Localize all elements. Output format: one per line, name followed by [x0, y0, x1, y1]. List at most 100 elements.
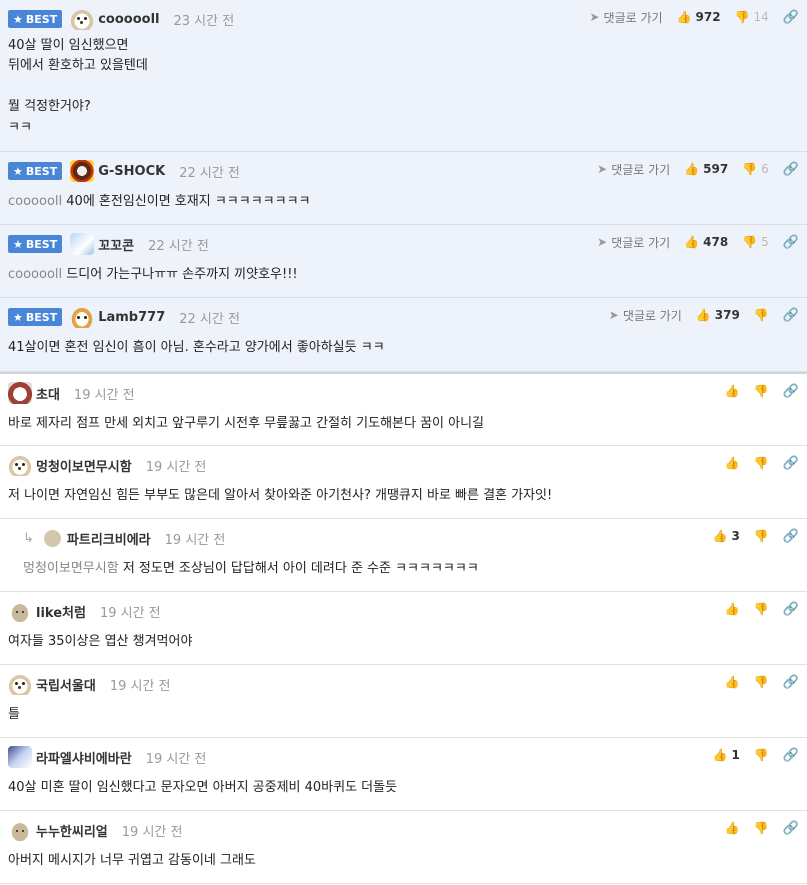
comment-tools: 👍 👎 🔗: [725, 382, 799, 400]
go-to-reply-button[interactable]: ➤ 댓글로 가기: [597, 234, 670, 251]
comment-header: like처럼 19 시간 전: [8, 600, 161, 622]
nickname[interactable]: 꼬꼬콘: [98, 235, 134, 254]
timestamp: 19 시간 전: [164, 532, 226, 548]
best-badge: ★ BEST: [8, 235, 63, 253]
nickname[interactable]: 국립서울대: [36, 675, 96, 694]
nickname[interactable]: like처럼: [36, 602, 86, 621]
like-button[interactable]: 👍 478: [684, 235, 728, 249]
link-button[interactable]: 🔗: [783, 529, 799, 544]
like-button[interactable]: 👍: [725, 384, 740, 398]
avatar[interactable]: [70, 233, 95, 255]
avatar[interactable]: [8, 673, 32, 695]
comment-header: 멍청이보면무시함 19 시간 전: [8, 454, 206, 476]
comment-tools: 👍 3 👎 🔗: [713, 527, 799, 545]
dislike-button[interactable]: 👎 14: [735, 10, 769, 24]
link-button[interactable]: 🔗: [783, 675, 799, 690]
dislike-button[interactable]: 👎: [754, 308, 769, 322]
link-button[interactable]: 🔗: [783, 308, 799, 323]
link-icon: 🔗: [782, 383, 799, 399]
like-count: 597: [703, 162, 729, 176]
go-to-reply-button[interactable]: ➤ 댓글로 가기: [597, 161, 670, 178]
avatar[interactable]: [8, 819, 32, 841]
nickname[interactable]: 누누한씨리얼: [36, 821, 108, 840]
mention[interactable]: 멍청이보면무시함: [23, 561, 119, 576]
mention[interactable]: coooooll: [8, 194, 62, 209]
comment-tools: 👍 👎 🔗: [725, 454, 799, 472]
dislike-button[interactable]: 👎: [754, 675, 769, 689]
link-button[interactable]: 🔗: [783, 748, 799, 763]
like-button[interactable]: 👍: [725, 821, 740, 835]
nickname[interactable]: 멍청이보면무시함: [36, 456, 132, 475]
like-button[interactable]: 👍: [725, 456, 740, 470]
link-button[interactable]: 🔗: [783, 602, 799, 617]
comment-text: 40살 미혼 딸이 임신했다고 문자오면 아버지 공중제비 40바퀴도 더돌듯: [8, 780, 398, 795]
avatar[interactable]: [70, 160, 95, 182]
link-button[interactable]: 🔗: [783, 235, 799, 250]
nickname[interactable]: coooooll: [98, 12, 159, 27]
dislike-button[interactable]: 👎: [754, 821, 769, 835]
comment-text: 여자들 35이상은 엽산 챙겨먹어야: [8, 634, 193, 649]
avatar[interactable]: [8, 382, 32, 404]
link-icon: 🔗: [782, 307, 799, 323]
comment-text: 41살이면 혼전 임신이 흠이 아님. 혼수라고 양가에서 좋아하실듯 ㅋㅋ: [8, 340, 385, 355]
link-button[interactable]: 🔗: [783, 162, 799, 177]
link-icon: 🔗: [782, 674, 799, 690]
dislike-button[interactable]: 👎 6: [742, 162, 769, 176]
avatar[interactable]: [70, 306, 95, 328]
thumbs-down-icon: 👎: [742, 235, 758, 249]
go-to-reply-button[interactable]: ➤ 댓글로 가기: [589, 9, 662, 26]
dislike-count: 5: [761, 235, 769, 249]
comment-tools: ➤ 댓글로 가기 👍 478 👎 5 🔗: [597, 233, 799, 251]
like-button[interactable]: 👍: [725, 675, 740, 689]
nickname[interactable]: G-SHOCK: [98, 164, 165, 179]
comment-tools: 👍 1 👎 🔗: [713, 746, 799, 764]
comment-tools: ➤ 댓글로 가기 👍 972 👎 14 🔗: [589, 8, 799, 26]
dislike-button[interactable]: 👎: [754, 529, 769, 543]
reply-arrow-icon: ↳: [23, 530, 34, 546]
avatar[interactable]: [8, 454, 32, 476]
mention[interactable]: coooooll: [8, 267, 62, 282]
dislike-button[interactable]: 👎: [754, 384, 769, 398]
go-to-reply-button[interactable]: ➤ 댓글로 가기: [609, 307, 682, 324]
like-button[interactable]: 👍 3: [713, 529, 740, 543]
like-button[interactable]: 👍 972: [677, 10, 721, 24]
avatar[interactable]: [43, 529, 61, 547]
comment: 누누한씨리얼 19 시간 전 👍 👎 🔗 아버지 메시지가 너무 귀엽고 감동이…: [0, 811, 807, 884]
thumbs-down-icon: 👎: [753, 456, 769, 470]
best-badge: ★ BEST: [8, 162, 63, 180]
best-comment: ★ BEST 꼬꼬콘 22 시간 전 ➤ 댓글로 가기 👍 478 👎 5 🔗 cooo…: [0, 225, 807, 298]
like-button[interactable]: 👍: [725, 602, 740, 616]
comment-list: ★ BEST coooooll 23 시간 전 ➤ 댓글로 가기 👍 972 👎 14 …: [0, 0, 807, 884]
link-button[interactable]: 🔗: [783, 384, 799, 399]
nickname[interactable]: 라파엘샤비에바란: [36, 748, 132, 767]
dislike-button[interactable]: 👎: [754, 748, 769, 762]
timestamp: 19 시간 전: [109, 678, 171, 694]
like-button[interactable]: 👍 1: [713, 748, 740, 762]
link-button[interactable]: 🔗: [783, 10, 799, 25]
paper-plane-icon: ➤: [597, 235, 608, 249]
like-button[interactable]: 👍 597: [684, 162, 728, 176]
nickname[interactable]: 초대: [36, 384, 60, 403]
like-button[interactable]: 👍 379: [696, 308, 740, 322]
comment-tools: 👍 👎 🔗: [725, 600, 799, 618]
avatar[interactable]: [8, 746, 32, 768]
link-icon: 🔗: [782, 820, 799, 836]
dislike-button[interactable]: 👎: [754, 602, 769, 616]
comment-header: 초대 19 시간 전: [8, 382, 135, 404]
dislike-button[interactable]: 👎: [754, 456, 769, 470]
link-button[interactable]: 🔗: [783, 821, 799, 836]
nickname[interactable]: Lamb777: [98, 310, 165, 325]
thumbs-up-icon: 👍: [724, 384, 740, 398]
avatar[interactable]: [8, 600, 32, 622]
star-icon: ★: [13, 310, 23, 324]
nickname[interactable]: 파트리크비에라: [67, 529, 151, 548]
comment-header: ↳ 파트리크비에라 19 시간 전: [23, 527, 225, 549]
link-button[interactable]: 🔗: [783, 456, 799, 471]
avatar[interactable]: [70, 8, 95, 30]
comment-text: 저 나이면 자연임신 힘든 부부도 많은데 알아서 찾아와준 아기천사? 개땡큐…: [8, 488, 553, 503]
like-count: 972: [695, 10, 721, 24]
link-icon: 🔗: [782, 747, 799, 763]
dislike-button[interactable]: 👎 5: [742, 235, 769, 249]
link-icon: 🔗: [782, 455, 799, 471]
star-icon: ★: [13, 12, 23, 26]
